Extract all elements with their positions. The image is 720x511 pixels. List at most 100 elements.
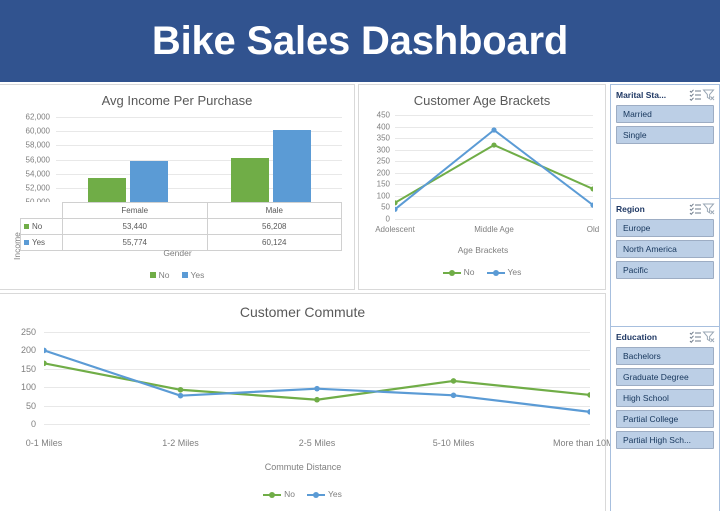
slicer-item[interactable]: Europe xyxy=(616,219,714,237)
legend-item: Yes xyxy=(486,267,522,277)
axis-title-age-brackets: Age Brackets xyxy=(457,245,509,255)
x-axis-tick-label: Middle Age xyxy=(474,225,514,234)
legend-avg-income: No Yes xyxy=(0,270,354,280)
legend-label: Yes xyxy=(190,270,205,280)
x-axis-tick-label: 1-2 Miles xyxy=(162,438,199,448)
y-axis-tick-label: 100 xyxy=(20,382,36,393)
legend-label: No xyxy=(463,267,475,277)
clear-filter-icon[interactable] xyxy=(702,202,715,215)
y-axis-tick-label: 250 xyxy=(376,156,390,166)
slicer-item[interactable]: High School xyxy=(616,389,714,407)
legend-item: Yes xyxy=(307,489,342,499)
chart-title-avg-income: Avg Income Per Purchase xyxy=(101,93,253,108)
data-point xyxy=(587,409,590,415)
y-axis-tick-label: 150 xyxy=(20,363,36,374)
slicer-marital-status[interactable]: Marital Sta... Married Single xyxy=(610,84,720,202)
y-axis-tick-label: 62,000 xyxy=(25,112,50,122)
y-axis-tick-label: 0 xyxy=(30,419,36,429)
gridline xyxy=(44,424,590,425)
clear-filter-icon[interactable] xyxy=(702,88,715,101)
y-axis-tick-label: 50 xyxy=(381,202,390,212)
table-cell: 56,208 xyxy=(206,218,343,235)
slicer-item[interactable]: North America xyxy=(616,240,714,258)
page-title: Bike Sales Dashboard xyxy=(151,18,569,63)
table-column-header: Female xyxy=(62,202,208,219)
line-series xyxy=(395,143,593,204)
legend-commute: No Yes xyxy=(0,489,605,499)
clear-filter-icon[interactable] xyxy=(702,330,715,343)
slicer-title: Marital Sta... xyxy=(616,89,667,100)
slicer-item-list: Bachelors Graduate Degree High School Parti… xyxy=(611,346,719,449)
line-series xyxy=(44,349,590,413)
slicer-item[interactable]: Partial College xyxy=(616,410,714,428)
data-table-avg-income: Female Male No 53,440 56,208 Yes 55,774 60,124 xyxy=(20,202,343,251)
data-point xyxy=(491,142,497,148)
y-axis-tick-label: 0 xyxy=(385,214,390,224)
line-series xyxy=(395,128,593,211)
slicer-item[interactable]: Pacific xyxy=(616,261,714,279)
legend-line-icon xyxy=(442,269,461,276)
slicer-title: Education xyxy=(616,331,658,342)
legend-label: No xyxy=(158,270,170,280)
legend-line-icon xyxy=(263,491,282,498)
table-corner xyxy=(21,203,63,219)
y-axis-tick-label: 60,000 xyxy=(25,126,50,136)
y-axis-tick-label: 52,000 xyxy=(25,183,50,193)
y-axis-tick-label: 450 xyxy=(376,110,390,120)
slicer-item-list: Married Single xyxy=(611,104,719,144)
data-point xyxy=(177,386,184,393)
slicer-item[interactable]: Graduate Degree xyxy=(616,368,714,386)
chart-panel-age-brackets: Customer Age Brackets 0 50 100 150 200 250 300… xyxy=(358,84,606,290)
legend-line-icon xyxy=(486,269,505,276)
line-series xyxy=(44,362,590,401)
dashboard-header: Bike Sales Dashboard xyxy=(0,0,720,82)
axis-title-gender: Gender xyxy=(163,248,192,258)
legend-swatch-icon xyxy=(24,224,29,230)
legend-item: No xyxy=(149,270,170,280)
dashboard-root: Bike Sales Dashboard Avg Income Per Purc… xyxy=(0,0,720,511)
slicer-item[interactable]: Single xyxy=(616,126,714,144)
line-series-group xyxy=(44,347,590,415)
slicer-header: Education xyxy=(611,327,719,346)
slicer-title: Region xyxy=(616,203,645,214)
multi-select-icon[interactable] xyxy=(689,330,702,344)
gridline xyxy=(56,117,342,118)
table-column-header: Male xyxy=(206,202,343,219)
slicer-region[interactable]: Region Europe North America Pacific xyxy=(610,198,720,330)
bar xyxy=(129,161,168,202)
multi-select-icon[interactable] xyxy=(689,88,702,102)
slicer-education[interactable]: Education Bachelors Graduate Degree High S… xyxy=(610,326,720,511)
x-axis-tick-label: Adolescent xyxy=(375,225,415,234)
y-axis-tick-label: 58,000 xyxy=(25,140,50,150)
gridline xyxy=(395,219,593,220)
y-axis-tick-label: 200 xyxy=(20,345,36,356)
x-axis-tick-label: 5-10 Miles xyxy=(432,438,475,448)
y-axis-tick-label: 300 xyxy=(376,145,390,155)
table-row: No 53,440 56,208 xyxy=(20,218,343,235)
data-point xyxy=(177,392,184,399)
data-point xyxy=(44,360,47,367)
legend-age-brackets: No Yes xyxy=(359,267,605,277)
slicer-item[interactable]: Bachelors xyxy=(616,347,714,365)
slicer-item[interactable]: Married xyxy=(616,105,714,123)
legend-item: No xyxy=(263,489,295,499)
x-axis-tick-label: 0-1 Miles xyxy=(25,438,63,448)
y-axis-tick-label: 200 xyxy=(376,168,390,178)
slicer-header: Marital Sta... xyxy=(611,85,719,104)
data-point xyxy=(314,396,320,403)
plot-area-age-brackets: 0 50 100 150 200 250 300 350 400 450 Adolescent Mid… xyxy=(375,111,599,235)
chart-panel-avg-income: Avg Income Per Purchase Income 50,00052,… xyxy=(0,84,355,290)
slicer-item-list: Europe North America Pacific xyxy=(611,218,719,279)
plot-area-commute: 0 50 100 150 200 250 0-1 Miles 1-2 Miles 2-5 Mil… xyxy=(21,327,627,448)
legend-label: Yes xyxy=(507,267,522,277)
slicer-header: Region xyxy=(611,199,719,218)
data-point xyxy=(44,347,47,354)
y-axis-tick-label: 400 xyxy=(376,122,390,132)
y-axis-tick-label: 250 xyxy=(20,327,36,337)
y-axis-tick-label: 50 xyxy=(25,400,36,411)
legend-line-icon xyxy=(307,491,325,498)
legend-label: No xyxy=(284,489,295,499)
legend-item: No xyxy=(442,267,475,277)
multi-select-icon[interactable] xyxy=(689,202,702,216)
slicer-item[interactable]: Partial High Sch... xyxy=(616,431,714,449)
